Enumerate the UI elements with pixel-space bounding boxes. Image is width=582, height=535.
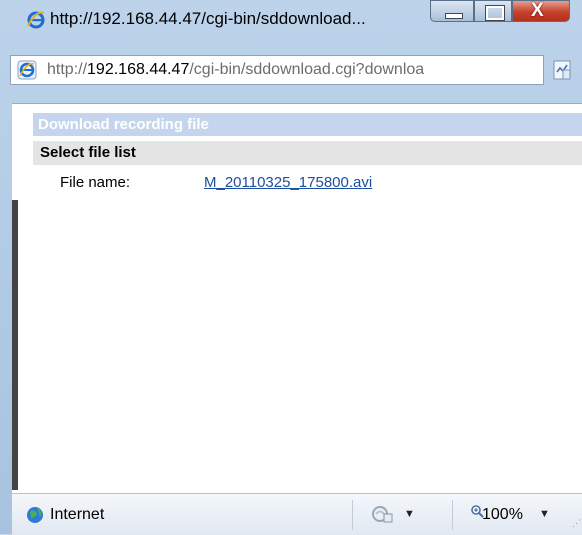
window-title: http://192.168.44.47/cgi-bin/sddownload.… [50,9,366,28]
close-icon: X [531,0,544,21]
window-controls: X [430,0,578,22]
resize-grip-icon[interactable]: ⋰ [572,518,581,529]
minimize-icon [445,13,463,19]
page-content: Download recording file Select file list… [12,103,582,493]
url-protocol: http:// [47,61,88,78]
maximize-icon [486,6,504,20]
zoom-dropdown-icon[interactable]: ▼ [539,508,550,520]
browser-window: http://192.168.44.47/cgi-bin/sddownload.… [0,0,582,535]
ie-icon [27,11,45,29]
status-divider [452,500,453,530]
status-divider [352,500,353,530]
close-button[interactable]: X [512,0,570,22]
minimize-button[interactable] [430,0,474,22]
section-header: Select file list [33,141,582,165]
url-host: 192.168.44.47 [87,61,190,78]
file-name-label: File name: [60,174,131,191]
address-bar[interactable]: http://192.168.44.47/cgi-bin/sddownload.… [10,55,544,85]
window-edge [12,200,18,490]
title-bar[interactable]: http://192.168.44.47/cgi-bin/sddownload.… [0,0,582,38]
page-title: Download recording file [33,113,582,136]
ie-page-icon [17,60,37,80]
address-url: http://192.168.44.47/cgi-bin/sddownload.… [47,61,424,79]
maximize-button[interactable] [474,0,512,22]
url-path: /cgi-bin/sddownload.cgi?downloa [189,61,425,78]
status-bar: Internet ▼ 100% ▼ ⋰ [12,493,582,535]
protected-mode-dropdown-icon[interactable]: ▼ [404,508,415,520]
zoom-level[interactable]: 100% [482,506,523,524]
globe-icon [27,507,43,523]
compatibility-view-icon[interactable] [552,58,574,82]
protected-mode-icon[interactable] [370,503,396,525]
security-zone: Internet [50,506,105,523]
file-download-link[interactable]: M_20110325_175800.avi [204,174,372,191]
